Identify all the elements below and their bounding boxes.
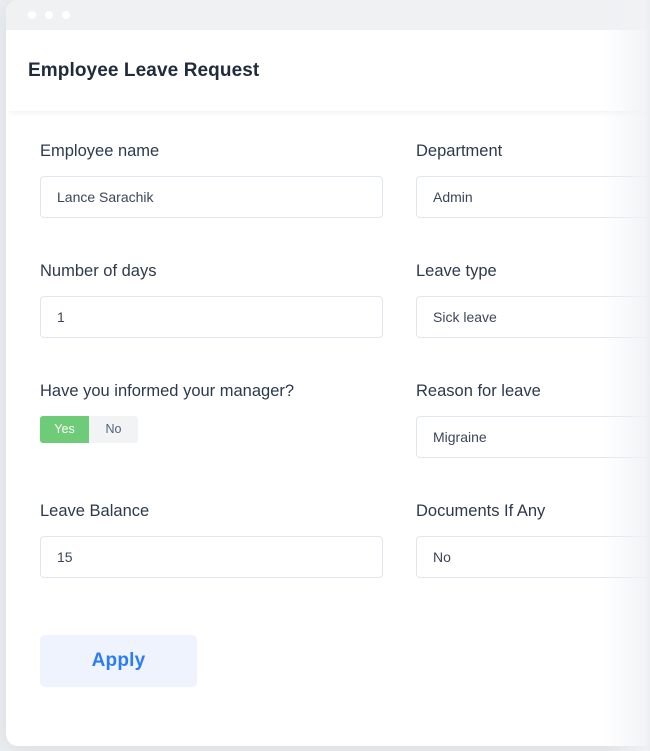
label-department: Department	[416, 142, 503, 160]
field-informed-manager: Have you informed your manager? Yes No	[40, 382, 383, 481]
field-reason-for-leave: Reason for leave Migraine	[416, 382, 650, 481]
toggle-option-yes[interactable]: Yes	[40, 415, 89, 443]
page-title: Employee Leave Request	[28, 59, 260, 81]
window-dot-minimize-icon[interactable]	[45, 11, 53, 19]
card-body: Employee name Lance Sarachik Department …	[6, 111, 650, 687]
card-header: Employee Leave Request	[6, 30, 650, 111]
window-dot-maximize-icon[interactable]	[62, 11, 70, 19]
field-employee-name: Employee name Lance Sarachik	[40, 142, 383, 241]
input-leave-balance[interactable]: 15	[40, 535, 383, 578]
leave-request-card: Employee Leave Request Employee name Lan…	[6, 30, 650, 746]
label-leave-type: Leave type	[416, 262, 497, 280]
toggle-informed-manager[interactable]: Yes No	[40, 415, 138, 443]
label-leave-balance: Leave Balance	[40, 502, 150, 520]
field-department: Department Admin	[416, 142, 650, 241]
label-number-of-days: Number of days	[40, 262, 157, 280]
field-leave-type: Leave type Sick leave	[416, 262, 650, 361]
form-actions: Apply	[6, 622, 650, 687]
label-documents-if-any: Documents If Any	[416, 502, 546, 520]
leave-request-form: Employee name Lance Sarachik Department …	[6, 142, 650, 622]
label-informed-manager: Have you informed your manager?	[40, 382, 295, 400]
field-number-of-days: Number of days 1	[40, 262, 383, 361]
input-documents-if-any[interactable]: No	[416, 535, 650, 578]
input-leave-type[interactable]: Sick leave	[416, 295, 650, 338]
field-documents-if-any: Documents If Any No	[416, 502, 650, 601]
input-employee-name[interactable]: Lance Sarachik	[40, 175, 383, 218]
input-reason-for-leave[interactable]: Migraine	[416, 415, 650, 458]
label-reason-for-leave: Reason for leave	[416, 382, 541, 400]
apply-button[interactable]: Apply	[40, 635, 197, 687]
field-leave-balance: Leave Balance 15	[40, 502, 383, 601]
window-titlebar	[6, 0, 650, 30]
label-employee-name: Employee name	[40, 142, 160, 160]
screenshot-stage: Employee Leave Request Employee name Lan…	[0, 0, 650, 751]
window-dot-close-icon[interactable]	[28, 11, 36, 19]
input-department[interactable]: Admin	[416, 175, 650, 218]
app-window: Employee Leave Request Employee name Lan…	[6, 0, 650, 746]
input-number-of-days[interactable]: 1	[40, 295, 383, 338]
toggle-option-no[interactable]: No	[89, 415, 138, 443]
